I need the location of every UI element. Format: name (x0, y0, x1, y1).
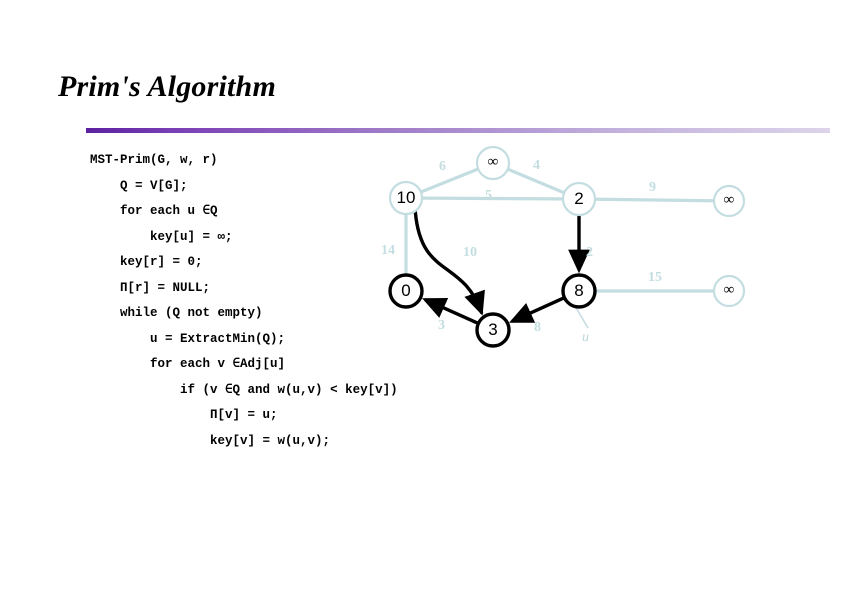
edge-weight-label: 10 (463, 245, 477, 260)
code-line: Π[v] = u; (90, 408, 278, 422)
annotation-pointer-line (574, 305, 589, 329)
graph-node-value: ∞ (723, 282, 735, 298)
edge-weight-label: 14 (381, 243, 395, 258)
page-title: Prim's Algorithm (58, 70, 276, 103)
edge-weight-label: 9 (649, 180, 656, 195)
graph-node-value: ∞ (487, 154, 499, 170)
slide-canvas: Prim's Algorithm MST-Prim(G, w, r) Q = V… (0, 0, 842, 595)
edge-weight-label: 6 (439, 159, 446, 174)
graph-diagram: 6 4 5 9 14 15 10 2 3 8 u ∞ 10 2 ∞ 0 8 ∞ 3 (360, 140, 780, 370)
edge-weight-label: 15 (648, 270, 662, 285)
graph-node-value: 3 (488, 320, 498, 339)
title-divider (86, 128, 830, 133)
tree-edge (422, 298, 479, 325)
pseudocode-block: MST-Prim(G, w, r) Q = V[G]; for each u ∈… (90, 148, 398, 454)
annotation-line-group (574, 305, 589, 329)
edge-weight-label: 4 (533, 158, 540, 173)
code-line: key[u] = ∞; (90, 229, 233, 244)
code-line: key[r] = 0; (90, 255, 203, 269)
graph-node-value: 8 (574, 281, 584, 300)
edge-weight-label: 5 (485, 188, 492, 203)
code-line: Π[r] = NULL; (90, 280, 211, 295)
pointer-u-label: u (582, 330, 589, 345)
code-line: if (v ∈Q and w(u,v) < key[v]) (90, 382, 398, 397)
code-line: key[v] = w(u,v); (90, 433, 331, 448)
edge-weight-label: 3 (438, 318, 445, 333)
graph-node-value: 0 (401, 281, 411, 300)
code-line: Q = V[G]; (90, 178, 188, 193)
graph-svg (388, 145, 746, 348)
light-edge-group (404, 161, 731, 293)
code-line: for each v ∈Adj[u] (90, 357, 286, 371)
code-line: MST-Prim(G, w, r) (90, 153, 218, 167)
code-line: while (Q not empty) (90, 306, 263, 320)
graph-node-value: ∞ (723, 192, 735, 208)
light-edge (404, 196, 581, 201)
edge-weight-label: 2 (586, 245, 593, 260)
code-line: u = ExtractMin(Q); (90, 331, 286, 346)
tree-edge (509, 296, 565, 323)
code-line: for each u ∈Q (90, 204, 218, 218)
graph-node-value: 2 (574, 189, 584, 208)
graph-node-value: 10 (396, 188, 416, 207)
tree-edge-group (413, 210, 590, 325)
node-group (388, 145, 746, 348)
edge-weight-label: 8 (534, 320, 541, 335)
